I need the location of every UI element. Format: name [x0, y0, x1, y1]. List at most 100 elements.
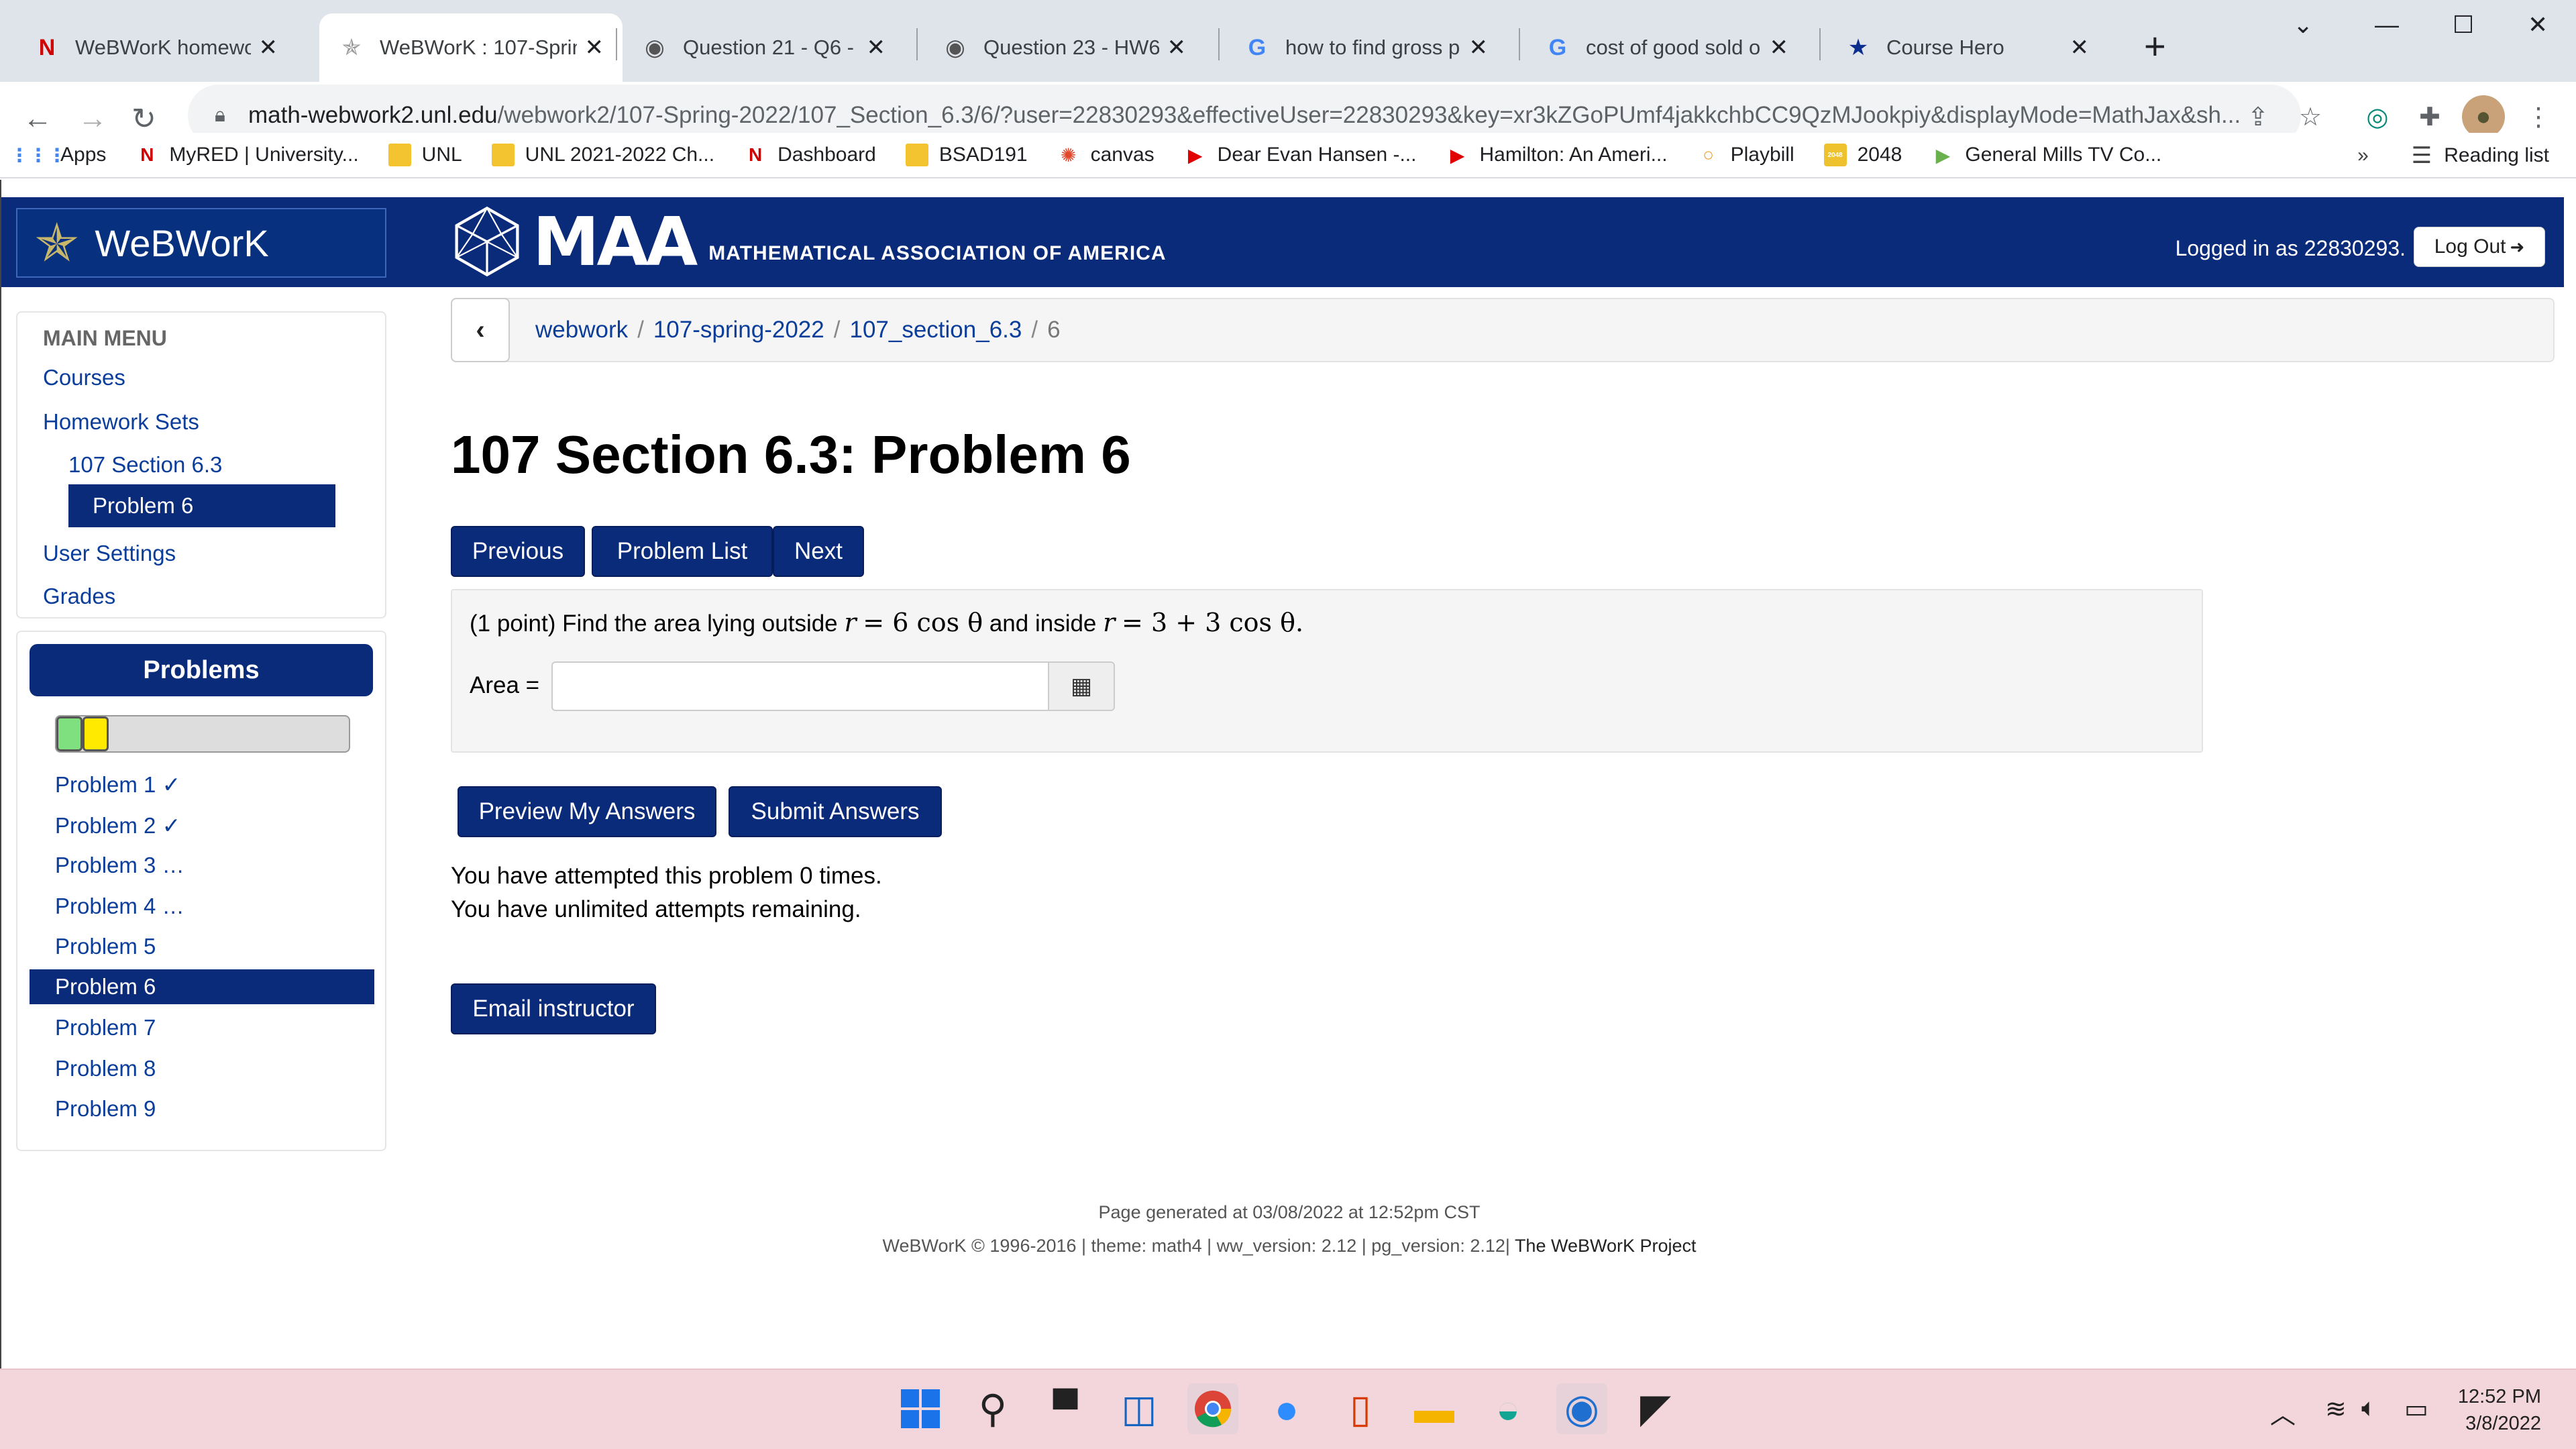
problem-item[interactable]: Problem 5: [55, 934, 156, 959]
reading-list[interactable]: » ☰ Reading list: [2357, 133, 2549, 178]
problems-header[interactable]: Problems: [30, 644, 373, 696]
chrome-icon[interactable]: [1187, 1383, 1238, 1434]
tab-separator: [616, 28, 617, 60]
problem-item[interactable]: Problem 7: [55, 1015, 156, 1040]
battery-icon[interactable]: ▭: [2404, 1394, 2428, 1424]
menu-grades-link[interactable]: Grades: [43, 584, 115, 609]
profile-avatar[interactable]: ●: [2462, 95, 2505, 138]
maximize-icon[interactable]: ☐: [2453, 11, 2474, 39]
browser-tab[interactable]: Ghow to find gross pro ✕: [1225, 13, 1507, 82]
menu-user-settings-link[interactable]: User Settings: [43, 541, 176, 566]
bookmark-item[interactable]: UNL 2021-2022 Ch...: [491, 144, 714, 166]
search-icon[interactable]: ⚲: [967, 1383, 1018, 1434]
extension-icon[interactable]: ◎: [2356, 95, 2399, 138]
browser-tab[interactable]: N WeBWorK homework ✕: [15, 13, 297, 82]
tab-close-icon[interactable]: ✕: [1770, 34, 1789, 61]
menu-homework-sets-link[interactable]: Homework Sets: [43, 409, 199, 435]
minimize-icon[interactable]: —: [2375, 11, 2399, 39]
share-icon[interactable]: ⇪: [2237, 95, 2279, 138]
bookmark-label: Apps: [60, 144, 107, 166]
teal-app-icon[interactable]: ◒: [1483, 1383, 1534, 1434]
kebab-menu-icon[interactable]: ⋮: [2517, 95, 2560, 138]
sticky-notes-icon[interactable]: ◤: [1630, 1383, 1681, 1434]
bookmark-item[interactable]: ▶ General Mills TV Co...: [1931, 144, 2162, 166]
footer-version-text: WeBWorK © 1996-2016 | theme: math4 | ww_…: [882, 1236, 1510, 1256]
close-window-icon[interactable]: ✕: [2528, 11, 2548, 39]
preview-answers-button[interactable]: Preview My Answers: [458, 786, 716, 837]
bookmark-favicon-icon: N: [748, 144, 763, 165]
url-path: /webwork2/107-Spring-2022/107_Section_6.…: [497, 102, 2241, 128]
problem-item[interactable]: Problem 3 …: [55, 853, 184, 878]
breadcrumb-link[interactable]: webwork: [535, 317, 628, 343]
browser-tab[interactable]: ◉ Question 21 - Q6 - Co ✕: [623, 13, 904, 82]
tab-close-icon[interactable]: ✕: [1469, 34, 1489, 61]
tab-close-icon[interactable]: ✕: [259, 34, 278, 61]
menu-courses-link[interactable]: Courses: [43, 365, 125, 390]
site-header: ✯ WeBWorK MAA MATHEMATICAL ASSOCIATION O…: [1, 197, 2564, 287]
webwork-logo[interactable]: ✯ WeBWorK: [16, 208, 386, 278]
bookmark-item[interactable]: ▶ Hamilton: An Ameri...: [1446, 144, 1668, 166]
bookmark-label: BSAD191: [938, 144, 1028, 166]
tab-close-icon[interactable]: ✕: [585, 34, 604, 61]
breadcrumb-back-button[interactable]: ‹: [451, 298, 510, 362]
extensions-puzzle-icon[interactable]: ✚: [2408, 95, 2451, 138]
problem-item[interactable]: Problem 1 ✓: [55, 771, 180, 798]
bookmarks-overflow-icon[interactable]: »: [2357, 144, 2369, 167]
bookmark-item[interactable]: 2048 2048: [1823, 144, 1902, 166]
bookmark-item[interactable]: ⋮⋮⋮ Apps: [10, 144, 107, 166]
browser-tab[interactable]: ★ Course Hero ✕: [1826, 13, 2108, 82]
windows-start-icon[interactable]: [895, 1383, 946, 1434]
file-explorer-icon[interactable]: ▬: [1409, 1383, 1460, 1434]
wifi-icon[interactable]: ≋: [2325, 1394, 2347, 1424]
volume-icon[interactable]: 🔈︎: [2361, 1394, 2377, 1423]
menu-current-problem[interactable]: Problem 6: [68, 484, 335, 527]
browser-tab[interactable]: Gcost of good sold ope ✕: [1525, 13, 1807, 82]
tray-chevron-icon[interactable]: ︿: [2270, 1394, 2296, 1431]
browser-tab[interactable]: ✯ WeBWorK : 107-Spring ✕: [319, 13, 623, 82]
zoom-icon[interactable]: ●: [1261, 1383, 1312, 1434]
bookmark-item[interactable]: ○ Playbill: [1697, 144, 1794, 166]
bookmark-item[interactable]: N MyRED | University...: [136, 144, 358, 166]
problem-item[interactable]: Problem 4 …: [55, 894, 184, 919]
bookmark-star-icon[interactable]: ☆: [2289, 95, 2332, 138]
problem-text-mid: and inside: [989, 610, 1097, 637]
logout-button[interactable]: Log Out ➜: [2414, 227, 2545, 267]
office-icon[interactable]: ▯: [1335, 1383, 1386, 1434]
problem-list-button[interactable]: Problem List: [592, 526, 773, 577]
taskbar-clock[interactable]: 12:52 PM 3/8/2022: [2458, 1383, 2541, 1437]
bookmark-item[interactable]: ✺ canvas: [1057, 144, 1155, 166]
bookmark-label: canvas: [1090, 144, 1155, 166]
breadcrumb-link[interactable]: 107-spring-2022: [653, 317, 824, 343]
tab-close-icon[interactable]: ✕: [1167, 34, 1187, 61]
problem-item-active[interactable]: Problem 6: [30, 969, 374, 1004]
submit-answers-button[interactable]: Submit Answers: [729, 786, 942, 837]
task-view-icon[interactable]: ▀: [1040, 1383, 1091, 1434]
new-tab-button[interactable]: +: [2144, 24, 2166, 68]
equation-editor-grid-icon[interactable]: ▦: [1048, 661, 1115, 711]
blue-app-icon[interactable]: ◉: [1556, 1383, 1607, 1434]
area-answer-input[interactable]: [551, 661, 1051, 711]
problem-item[interactable]: Problem 9: [55, 1096, 156, 1122]
bookmark-item[interactable]: ▶ Dear Evan Hansen -...: [1184, 144, 1417, 166]
bookmark-item[interactable]: N Dashboard: [744, 144, 876, 166]
bookmark-item[interactable]: BSAD191: [905, 144, 1028, 166]
problem-item[interactable]: Problem 2 ✓: [55, 812, 180, 839]
email-instructor-button[interactable]: Email instructor: [451, 983, 656, 1034]
maa-logo[interactable]: MAA MATHEMATICAL ASSOCIATION OF AMERICA: [451, 203, 1167, 281]
breadcrumb-separator: /: [833, 317, 841, 343]
browser-tab[interactable]: ◉ Question 23 - HW6 - ✕: [923, 13, 1205, 82]
tab-close-icon[interactable]: ✕: [867, 34, 886, 61]
tab-close-icon[interactable]: ✕: [2070, 34, 2090, 61]
next-button[interactable]: Next: [773, 526, 864, 577]
previous-button[interactable]: Previous: [451, 526, 585, 577]
bookmark-favicon-icon: ⋮⋮⋮: [10, 144, 66, 166]
widgets-icon[interactable]: ◫: [1114, 1383, 1165, 1434]
breadcrumb-link[interactable]: 107_section_6.3: [849, 317, 1022, 343]
menu-section-link[interactable]: 107 Section 6.3: [68, 452, 222, 478]
bookmark-favicon-icon: [905, 144, 928, 166]
webwork-project-link[interactable]: The WeBWorK Project: [1515, 1236, 1697, 1256]
maa-fullname: MATHEMATICAL ASSOCIATION OF AMERICA: [708, 242, 1167, 264]
tab-search-chevron-icon[interactable]: ⌄: [2293, 11, 2313, 39]
problem-item[interactable]: Problem 8: [55, 1056, 156, 1081]
bookmark-item[interactable]: UNL: [388, 144, 462, 166]
